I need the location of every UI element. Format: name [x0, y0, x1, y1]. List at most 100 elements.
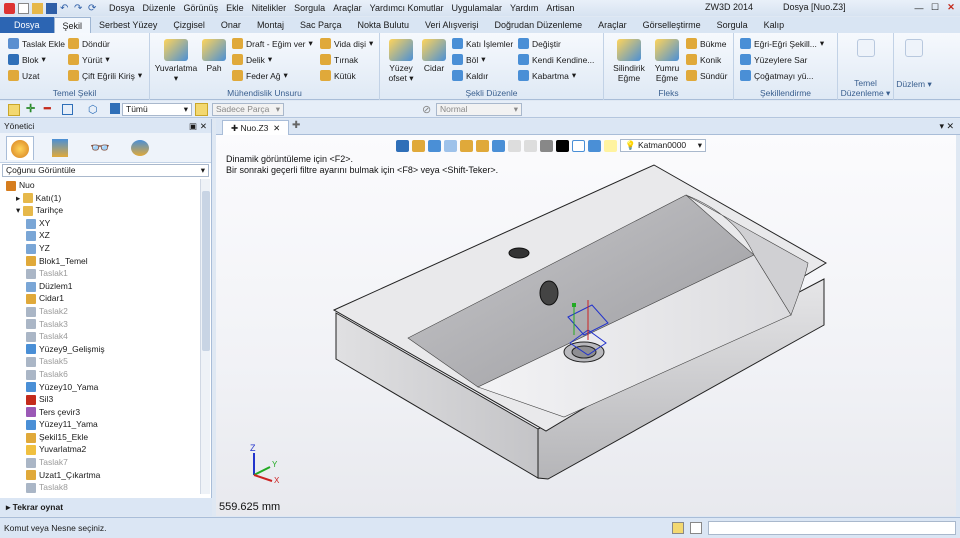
tree-node[interactable]: Taslak7 [2, 456, 199, 469]
3d-viewport[interactable]: 💡 Katman0000 ▾ Dinamik görüntüleme için <… [216, 135, 956, 516]
kabartma-button[interactable]: Kabartma ▾ [518, 70, 576, 81]
tree-node[interactable]: Şekil15_Ekle [2, 431, 199, 444]
tree-node[interactable]: Ters çevir3 [2, 406, 199, 419]
tree-node[interactable]: Düzlem1 [2, 280, 199, 293]
degistir-button[interactable]: Değiştir [518, 38, 561, 49]
filter-icon[interactable] [62, 104, 73, 115]
maximize-icon[interactable]: ☐ [928, 1, 942, 14]
tab-cizgisel[interactable]: Çizgisel [165, 17, 213, 33]
open-file-icon[interactable] [32, 2, 43, 14]
tree-node[interactable]: ▸ Katı(1) [2, 192, 199, 205]
view-filter-select[interactable]: Çoğunu Görüntüle ▾ [2, 164, 209, 177]
save-icon[interactable] [46, 2, 57, 14]
expand-icon[interactable]: ▸ [16, 193, 23, 203]
tab-araclar[interactable]: Araçlar [590, 17, 635, 33]
filter-select[interactable]: Tümü ▾ [122, 103, 192, 116]
yuzeylere-sar-button[interactable]: Yüzeylere Sar [740, 54, 807, 65]
tree-node[interactable]: Yüzey9_Gelişmiş [2, 343, 199, 356]
status-list-icon[interactable] [690, 522, 702, 534]
tree-node[interactable]: Taslak1 [2, 267, 199, 280]
silindirik-egme-button[interactable]: Silindirik Eğme [608, 39, 650, 83]
temel-duzenleme-button[interactable] [852, 39, 880, 59]
tab-veri-alisverisi[interactable]: Veri Alışverişi [417, 17, 487, 33]
undo-icon[interactable]: ↶ [60, 3, 71, 14]
tab-montaj[interactable]: Montaj [249, 17, 292, 33]
draft-button[interactable]: Draft - Eğim ver ▾ [232, 38, 313, 49]
tree-node[interactable]: Yuvarlatma2 [2, 443, 199, 456]
tree-node[interactable]: Taslak4 [2, 330, 199, 343]
new-tab-icon[interactable]: ✚ [292, 120, 300, 131]
tree-node[interactable]: Taslak8 [2, 481, 199, 493]
prohibit-icon[interactable]: ⊘ [422, 103, 431, 116]
dondur-button[interactable]: Döndür [68, 38, 110, 49]
menu-item[interactable]: Sorgula [290, 3, 329, 13]
tab-sac-parca[interactable]: Sac Parça [292, 17, 350, 33]
panel-close-icon[interactable]: ✕ [200, 119, 207, 133]
menu-item[interactable]: Yardım [506, 3, 542, 13]
tab-dogrudan-duzenleme[interactable]: Doğrudan Düzenleme [487, 17, 591, 33]
input-tab[interactable] [46, 136, 74, 160]
tab-sorgula[interactable]: Sorgula [709, 17, 756, 33]
history-tab[interactable] [6, 136, 34, 160]
menu-item[interactable]: Dosya [105, 3, 139, 13]
pin-icon[interactable]: ▣ [189, 119, 197, 133]
filter-funnel-icon[interactable] [110, 103, 120, 114]
hexagon-icon[interactable]: ⬡ [88, 103, 98, 116]
tree-node[interactable]: Cidar1 [2, 292, 199, 305]
tree-node[interactable]: Yüzey10_Yama [2, 381, 199, 394]
refresh-icon[interactable]: ⟳ [88, 3, 99, 14]
part-filter-icon[interactable] [195, 103, 208, 116]
menu-item[interactable]: Düzenle [139, 3, 180, 13]
yumru-egme-button[interactable]: Yumru Eğme [650, 39, 684, 83]
redo-icon[interactable]: ↷ [74, 3, 85, 14]
tree-node[interactable]: Taslak5 [2, 355, 199, 368]
tree-node[interactable]: Taslak6 [2, 368, 199, 381]
bol-button[interactable]: Böl ▾ [452, 54, 486, 65]
yurut-button[interactable]: Yürüt ▾ [68, 54, 110, 65]
replay-bar[interactable]: ▸ Tekrar oynat [0, 498, 212, 516]
tree-node[interactable]: Nuo [2, 179, 199, 192]
tree-node[interactable]: Taslak3 [2, 318, 199, 331]
blok-button[interactable]: Blok ▾ [8, 54, 46, 65]
menu-item[interactable]: Araçlar [329, 3, 366, 13]
kati-islemler-button[interactable]: Katı İşlemler [452, 38, 513, 49]
konik-button[interactable]: Konik [686, 54, 721, 65]
tree-node[interactable]: Taslak2 [2, 305, 199, 318]
taslak-ekle-button[interactable]: Taslak Ekle [8, 38, 65, 49]
feder-ag-button[interactable]: Feder Ağ ▾ [232, 70, 288, 81]
command-input[interactable] [708, 521, 956, 535]
pah-button[interactable]: Pah [200, 39, 228, 73]
app-logo-icon[interactable] [4, 2, 15, 14]
kendi-kendine-button[interactable]: Kendi Kendine... [518, 54, 594, 65]
kaldir-button[interactable]: Kaldır [452, 70, 488, 81]
tree-node[interactable]: Blok1_Temel [2, 255, 199, 268]
tree-scrollbar[interactable] [200, 179, 210, 494]
add-icon[interactable]: ✛ [26, 102, 35, 115]
cidar-button[interactable]: Cidar [420, 39, 448, 73]
menu-item[interactable]: Ekle [222, 3, 248, 13]
cogatmayi-yu-button[interactable]: Çoğatmayı yü... [740, 70, 814, 81]
duzlem-button[interactable] [900, 39, 928, 59]
tirnak-button[interactable]: Tırnak [320, 54, 358, 65]
delik-button[interactable]: Delik ▾ [232, 54, 272, 65]
pointer-icon[interactable] [8, 104, 20, 116]
cift-egrili-kiris-button[interactable]: Çift Eğrili Kiriş ▾ [68, 70, 142, 81]
sink-model[interactable]: Z Y X [216, 135, 956, 516]
tab-serbest-yuzey[interactable]: Serbest Yüzey [91, 17, 165, 33]
tab-sekil[interactable]: Şekil [53, 17, 92, 33]
part-select[interactable]: Sadece Parça ▾ [212, 103, 284, 116]
scroll-thumb[interactable] [202, 191, 210, 351]
tab-file[interactable]: Dosya [0, 17, 54, 33]
menu-item[interactable]: Artisan [542, 3, 578, 13]
tree-node[interactable]: Sil3 [2, 393, 199, 406]
vida-disi-button[interactable]: Vida dişi ▾ [320, 38, 373, 49]
tab-kalip[interactable]: Kalıp [756, 17, 793, 33]
view-tab[interactable]: 👓 [86, 136, 114, 160]
yuvarlatma-button[interactable]: Yuvarlatma ▾ [154, 39, 198, 83]
status-toggle-icon[interactable] [672, 522, 684, 534]
minimize-icon[interactable]: — [912, 1, 926, 14]
sundur-button[interactable]: Sündür [686, 70, 727, 81]
close-icon[interactable]: ✕ [944, 1, 958, 14]
mode-select[interactable]: Normal ▾ [436, 103, 522, 116]
tree-node[interactable]: YZ [2, 242, 199, 255]
